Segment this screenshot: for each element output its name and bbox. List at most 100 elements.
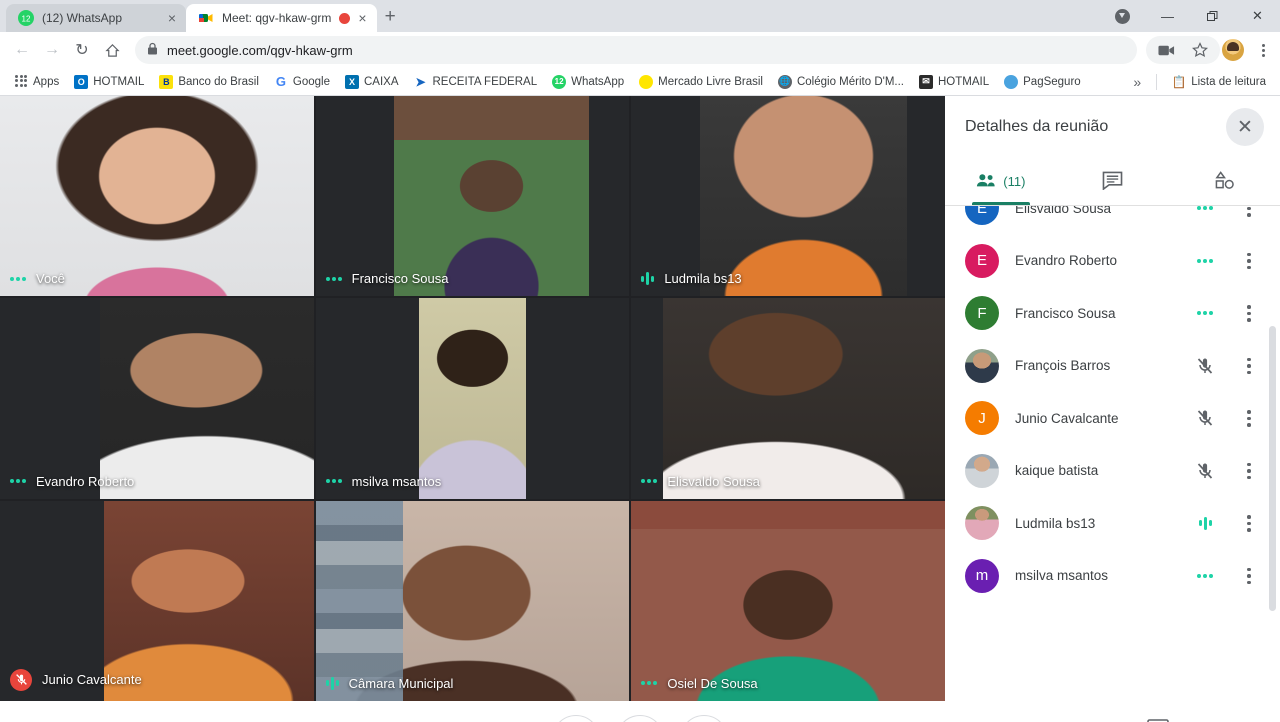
mic-muted-icon: [10, 668, 32, 691]
meet-control-bar: Detalhes da reunião Apresentar agora: [0, 701, 1280, 722]
mic-active-icon: [1188, 573, 1222, 578]
panel-tabs: (11): [945, 158, 1280, 206]
bookmark-mercado-livre[interactable]: Mercado Livre Brasil: [633, 72, 769, 92]
maximize-button[interactable]: [1190, 0, 1235, 32]
camera-permission-icon[interactable]: [1152, 36, 1180, 64]
list-item[interactable]: Ludmila bs13: [945, 497, 1280, 550]
bookmark-star-icon[interactable]: [1186, 36, 1214, 64]
close-icon[interactable]: ✕: [1226, 108, 1264, 146]
browser-tab-meet[interactable]: Meet: qgv-hkaw-grm ×: [186, 4, 377, 32]
minimize-button[interactable]: —: [1145, 0, 1190, 32]
svg-text:12: 12: [22, 15, 31, 24]
tab-people[interactable]: (11): [945, 158, 1057, 205]
video-tile[interactable]: Francisco Sousa: [315, 96, 630, 297]
mic-active-icon: [325, 276, 342, 281]
video-tile[interactable]: Junio Cavalcante: [0, 500, 314, 701]
bookmark-label: CAIXA: [363, 75, 399, 88]
home-icon[interactable]: [98, 36, 126, 64]
people-icon: [976, 172, 996, 191]
more-vertical-icon[interactable]: [1238, 462, 1260, 479]
list-item[interactable]: E Evandro Roberto: [945, 235, 1280, 288]
browser-tab-whatsapp[interactable]: 12 (12) WhatsApp ×: [6, 4, 186, 32]
more-vertical-icon[interactable]: [1238, 305, 1260, 322]
participant-name: msilva msantos: [1015, 568, 1109, 584]
video-feed: [100, 298, 314, 499]
participant-name: Elisvaldo Sousa: [1015, 206, 1112, 216]
video-tile[interactable]: Você: [0, 96, 314, 297]
forward-icon[interactable]: →: [38, 36, 66, 64]
microphone-button[interactable]: [552, 715, 600, 722]
list-item[interactable]: kaique batista: [945, 445, 1280, 498]
tile-label: Elisvaldo Sousa: [641, 474, 760, 489]
chrome-menu-icon[interactable]: [1254, 41, 1272, 59]
close-icon[interactable]: ×: [168, 11, 176, 25]
profile-avatar[interactable]: [1222, 39, 1244, 61]
list-item[interactable]: F Francisco Sousa: [945, 287, 1280, 340]
bookmark-hotmail-2[interactable]: ✉ HOTMAIL: [913, 72, 995, 92]
avatar-initial: E: [976, 206, 987, 217]
new-tab-button[interactable]: +: [385, 6, 396, 28]
video-tile[interactable]: Osiel De Sousa: [631, 500, 945, 701]
avatar: F: [965, 296, 999, 331]
video-tile[interactable]: Câmara Municipal: [315, 500, 630, 701]
avatar-photo: [965, 348, 999, 383]
list-item[interactable]: m msilva msantos: [945, 550, 1280, 603]
bookmark-google[interactable]: G Google: [268, 72, 336, 92]
bookmark-colegio-merito[interactable]: 🌐 Colégio Mérito D'M...: [772, 72, 910, 92]
bookmark-apps[interactable]: Apps: [8, 72, 65, 92]
bookmark-whatsapp[interactable]: 12 WhatsApp: [546, 72, 630, 92]
back-icon[interactable]: ←: [8, 36, 36, 64]
list-item[interactable]: François Barros: [945, 340, 1280, 393]
more-vertical-icon[interactable]: [1238, 515, 1260, 532]
google-icon: G: [273, 74, 288, 89]
video-tile[interactable]: msilva msantos: [315, 298, 630, 499]
participant-name: Francisco Sousa: [351, 271, 449, 287]
downloads-icon[interactable]: [1100, 0, 1145, 32]
bookmarks-overflow-button[interactable]: »: [1127, 71, 1147, 93]
bookmark-receita-federal[interactable]: ➤ RECEITA FEDERAL: [408, 72, 544, 92]
reading-list-button[interactable]: 📋 Lista de leitura: [1166, 72, 1272, 92]
recording-indicator-icon: [339, 12, 351, 24]
bookmark-label: PagSeguro: [1023, 75, 1081, 88]
participant-name: François Barros: [1015, 358, 1111, 374]
list-item[interactable]: J Junio Cavalcante: [945, 392, 1280, 445]
participant-name: Junio Cavalcante: [42, 672, 142, 688]
more-vertical-icon[interactable]: [1238, 567, 1260, 584]
reload-icon[interactable]: ↻: [68, 36, 96, 64]
bookmark-caixa[interactable]: X CAIXA: [339, 72, 405, 92]
participant-name: Francisco Sousa: [1015, 305, 1116, 321]
camera-button[interactable]: [680, 715, 728, 722]
tab-chat[interactable]: [1057, 158, 1169, 205]
bookmarks-bar: Apps O HOTMAIL B Banco do Brasil G Googl…: [0, 68, 1280, 96]
close-window-button[interactable]: ✕: [1235, 0, 1280, 32]
participant-list[interactable]: E Elisvaldo Sousa E Evandro Roberto F Fr…: [945, 206, 1280, 701]
avatar: m: [965, 558, 999, 593]
avatar: E: [965, 243, 999, 278]
tab-activities[interactable]: [1168, 158, 1280, 205]
address-bar[interactable]: meet.google.com/qgv-hkaw-grm: [135, 36, 1137, 64]
tile-label: Você: [10, 271, 65, 286]
video-tile[interactable]: Ludmila bs13: [631, 96, 945, 297]
close-icon[interactable]: ×: [358, 11, 366, 25]
more-vertical-icon[interactable]: [1238, 252, 1260, 269]
more-vertical-icon[interactable]: [1238, 206, 1260, 217]
mic-speaking-icon: [1188, 516, 1222, 530]
video-tile[interactable]: Evandro Roberto: [0, 298, 314, 499]
video-tile[interactable]: Elisvaldo Sousa: [631, 298, 945, 499]
hangup-button[interactable]: [616, 715, 664, 722]
more-vertical-icon[interactable]: [1238, 357, 1260, 374]
video-feed: [631, 500, 945, 701]
participant-name: Elisvaldo Sousa: [667, 473, 760, 489]
bookmark-banco-do-brasil[interactable]: B Banco do Brasil: [153, 72, 265, 92]
avatar-initial: E: [976, 252, 987, 270]
participant-name: Você: [36, 271, 65, 287]
mic-speaking-icon: [641, 272, 655, 286]
mic-active-icon: [1188, 311, 1222, 316]
more-vertical-icon[interactable]: [1238, 410, 1260, 427]
chat-icon: [1102, 171, 1123, 193]
bookmark-pagseguro[interactable]: PagSeguro: [998, 72, 1087, 92]
mic-active-icon: [641, 479, 658, 484]
bookmark-hotmail[interactable]: O HOTMAIL: [68, 72, 150, 92]
list-item[interactable]: E Elisvaldo Sousa: [945, 206, 1280, 235]
panel-scrollbar[interactable]: [1269, 326, 1276, 611]
